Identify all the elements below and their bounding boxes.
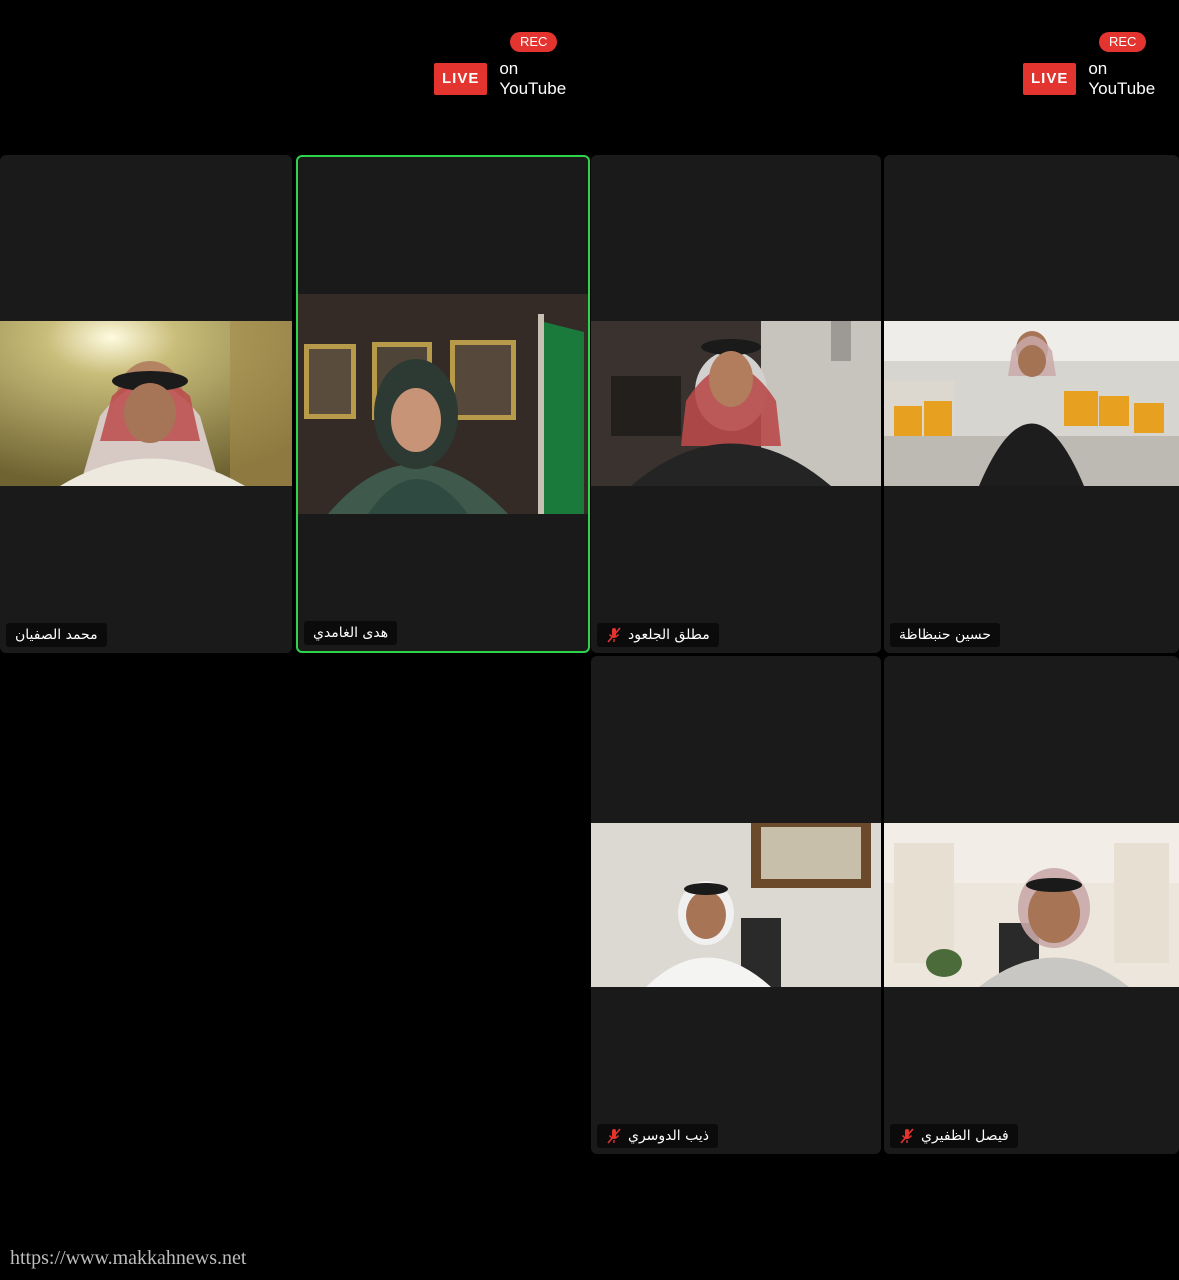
participant-name-tag: فيصل الظفيري xyxy=(890,1124,1018,1148)
microphone-muted-icon xyxy=(900,1128,914,1144)
participant-tile-active-speaker[interactable]: هدى الغامدي xyxy=(296,155,590,653)
microphone-muted-icon xyxy=(607,627,621,643)
participant-name-tag: هدى الغامدي xyxy=(304,621,398,645)
broadcast-status-left: REC LIVE on YouTube xyxy=(432,32,582,98)
participant-name-tag: مطلق الجلعود xyxy=(597,623,719,647)
participant-name: مطلق الجلعود xyxy=(628,627,710,643)
participant-tile[interactable]: مطلق الجلعود xyxy=(591,155,881,653)
rec-badge: REC xyxy=(510,32,558,52)
youtube-label: on YouTube xyxy=(499,59,567,98)
youtube-label: on YouTube xyxy=(1088,59,1156,98)
live-badge: LIVE xyxy=(434,63,488,95)
participant-tile[interactable]: ذيب الدوسري xyxy=(591,656,881,1154)
participant-name-tag: حسين حنبظاظة xyxy=(890,623,1000,647)
participant-tile[interactable]: فيصل الظفيري xyxy=(884,656,1179,1154)
participant-video xyxy=(884,823,1179,987)
participant-video xyxy=(0,321,292,486)
watermark-url: https://www.makkahnews.net xyxy=(10,1247,247,1269)
participant-name: فيصل الظفيري xyxy=(921,1128,1009,1144)
microphone-muted-icon xyxy=(607,1128,621,1144)
participant-name: ذيب الدوسري xyxy=(628,1128,710,1144)
participant-name-tag: محمد الصفيان xyxy=(6,623,107,647)
participant-tile[interactable]: محمد الصفيان xyxy=(0,155,292,653)
participant-video xyxy=(298,294,588,514)
live-badge: LIVE xyxy=(1023,63,1077,95)
participant-video xyxy=(591,321,881,486)
participant-name: محمد الصفيان xyxy=(15,627,98,643)
participant-name-tag: ذيب الدوسري xyxy=(597,1124,719,1148)
participant-video xyxy=(591,823,881,987)
participant-name: حسين حنبظاظة xyxy=(899,627,991,643)
broadcast-status-right: REC LIVE on YouTube xyxy=(1021,32,1171,98)
participant-name: هدى الغامدي xyxy=(313,625,389,641)
participant-video xyxy=(884,321,1179,486)
rec-badge: REC xyxy=(1099,32,1147,52)
participant-tile[interactable]: حسين حنبظاظة xyxy=(884,155,1179,653)
